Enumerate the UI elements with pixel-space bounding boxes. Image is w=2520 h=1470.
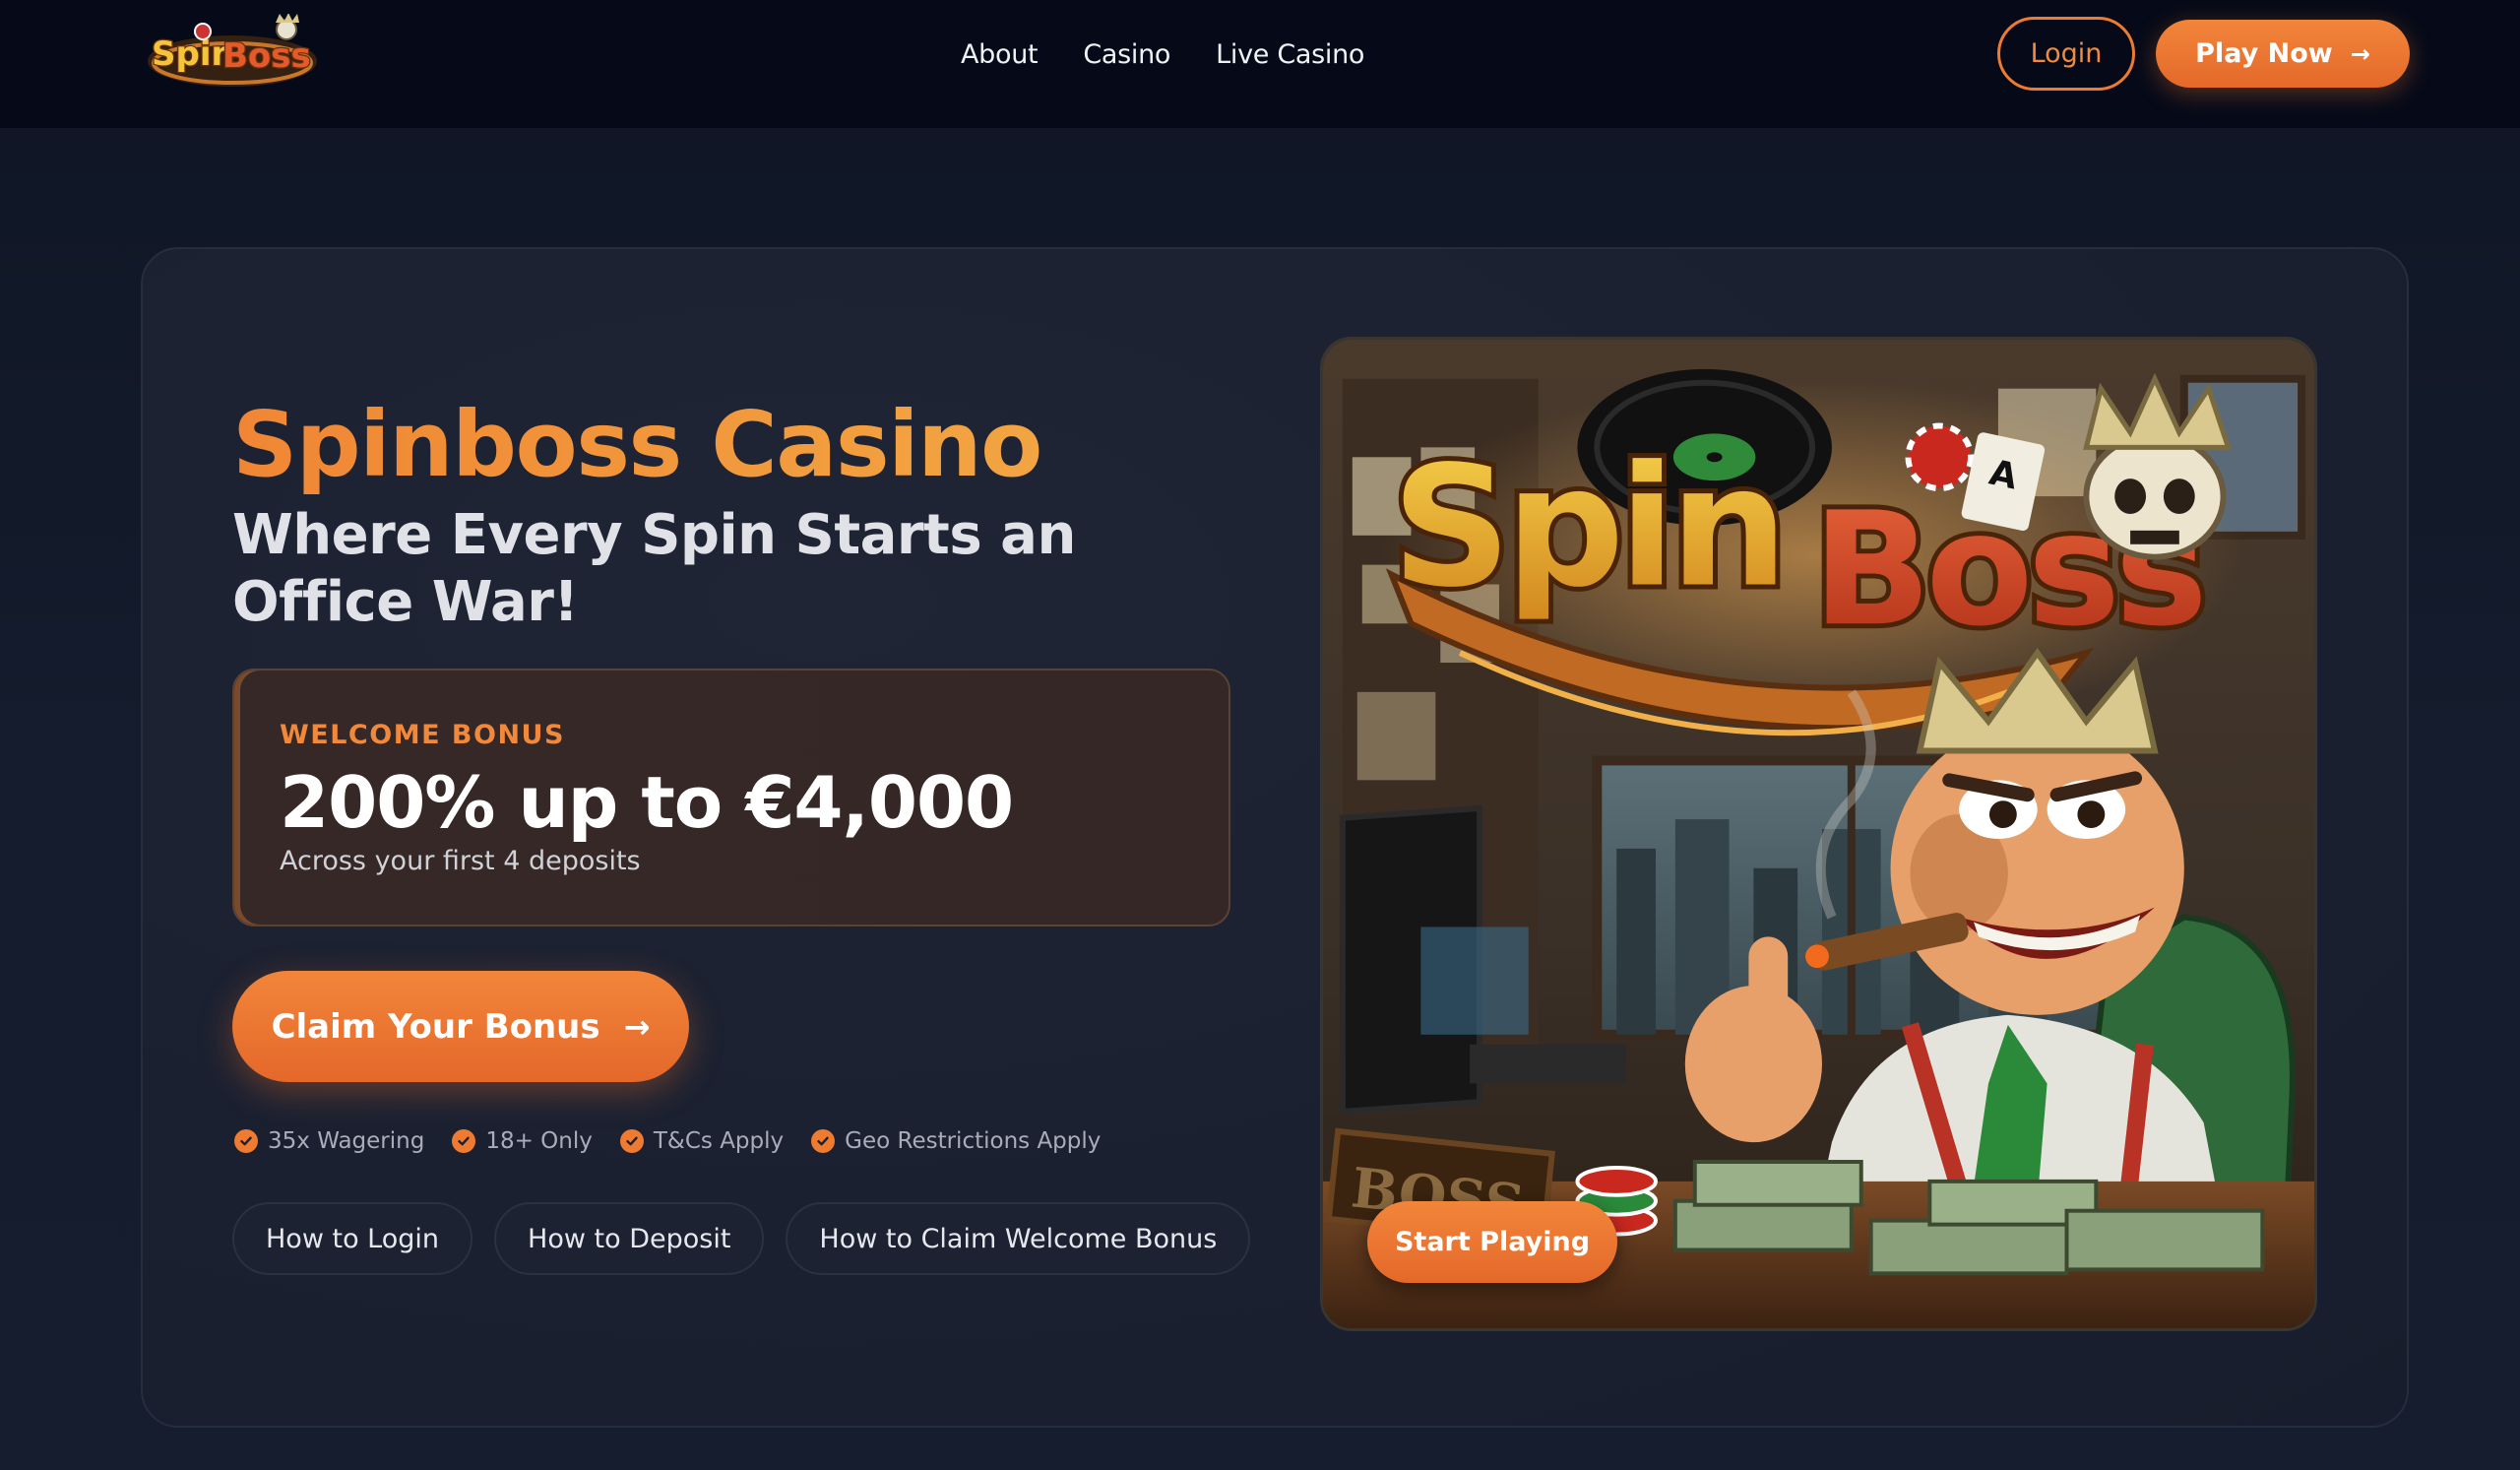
badge-label: 35x Wagering: [268, 1128, 425, 1154]
claim-bonus-button[interactable]: Claim Your Bonus →: [232, 971, 689, 1082]
logo-graphic: Spin Boss: [148, 14, 317, 87]
check-circle-icon: [452, 1129, 476, 1153]
badge-label: 18+ Only: [485, 1128, 593, 1154]
nav-link-live-casino[interactable]: Live Casino: [1216, 39, 1364, 70]
welcome-bonus-card: WELCOME BONUS 200% up to €4,000 Across y…: [232, 669, 1230, 927]
office-boss-illustration: Spin Boss A BOSS: [1323, 340, 2314, 1328]
nav-link-about[interactable]: About: [961, 39, 1039, 70]
guide-how-to-login[interactable]: How to Login: [232, 1202, 473, 1275]
guide-links: How to Login How to Deposit How to Claim…: [232, 1202, 1251, 1275]
check-circle-icon: [234, 1129, 258, 1153]
badge-wagering: 35x Wagering: [234, 1128, 424, 1154]
guide-how-to-claim-bonus[interactable]: How to Claim Welcome Bonus: [786, 1202, 1251, 1275]
arrow-right-icon: →: [2350, 39, 2370, 68]
bonus-description: Across your first 4 deposits: [280, 846, 641, 876]
hero-subtitle: Where Every Spin Starts an Office War!: [232, 503, 1076, 634]
svg-text:Spin: Spin: [1392, 430, 1783, 624]
bonus-amount: 200% up to €4,000: [280, 761, 1014, 844]
start-playing-button-label: Start Playing: [1394, 1227, 1591, 1257]
badge-age: 18+ Only: [452, 1128, 593, 1154]
guide-how-to-deposit[interactable]: How to Deposit: [494, 1202, 765, 1275]
main-nav: About Casino Live Casino: [961, 0, 1364, 108]
nav-link-casino[interactable]: Casino: [1083, 39, 1170, 70]
check-circle-icon: [811, 1129, 836, 1153]
login-button-label: Login: [2030, 38, 2103, 69]
check-circle-icon: [619, 1129, 644, 1153]
play-now-button[interactable]: Play Now →: [2156, 20, 2410, 88]
start-playing-button[interactable]: Start Playing: [1367, 1201, 1617, 1283]
arrow-right-icon: →: [623, 1007, 651, 1046]
svg-text:Boss: Boss: [222, 36, 311, 76]
hero-illustration: Spin Boss A BOSS: [1320, 337, 2317, 1331]
badge-label: Geo Restrictions Apply: [845, 1128, 1102, 1154]
site-header: Spin Boss About Casino Live Casino Login…: [0, 0, 2520, 129]
play-now-button-label: Play Now: [2195, 38, 2333, 69]
hero-title: Spinboss Casino: [232, 392, 1042, 497]
badge-label: T&Cs Apply: [653, 1128, 785, 1154]
badge-terms: T&Cs Apply: [619, 1128, 785, 1154]
terms-badges: 35x Wagering 18+ Only T&Cs Apply Geo Res…: [234, 1128, 1101, 1154]
claim-bonus-button-label: Claim Your Bonus: [271, 1006, 600, 1047]
bonus-label: WELCOME BONUS: [280, 720, 565, 750]
badge-geo: Geo Restrictions Apply: [811, 1128, 1101, 1154]
spinboss-logo[interactable]: Spin Boss: [144, 14, 321, 93]
login-button[interactable]: Login: [1997, 17, 2135, 91]
